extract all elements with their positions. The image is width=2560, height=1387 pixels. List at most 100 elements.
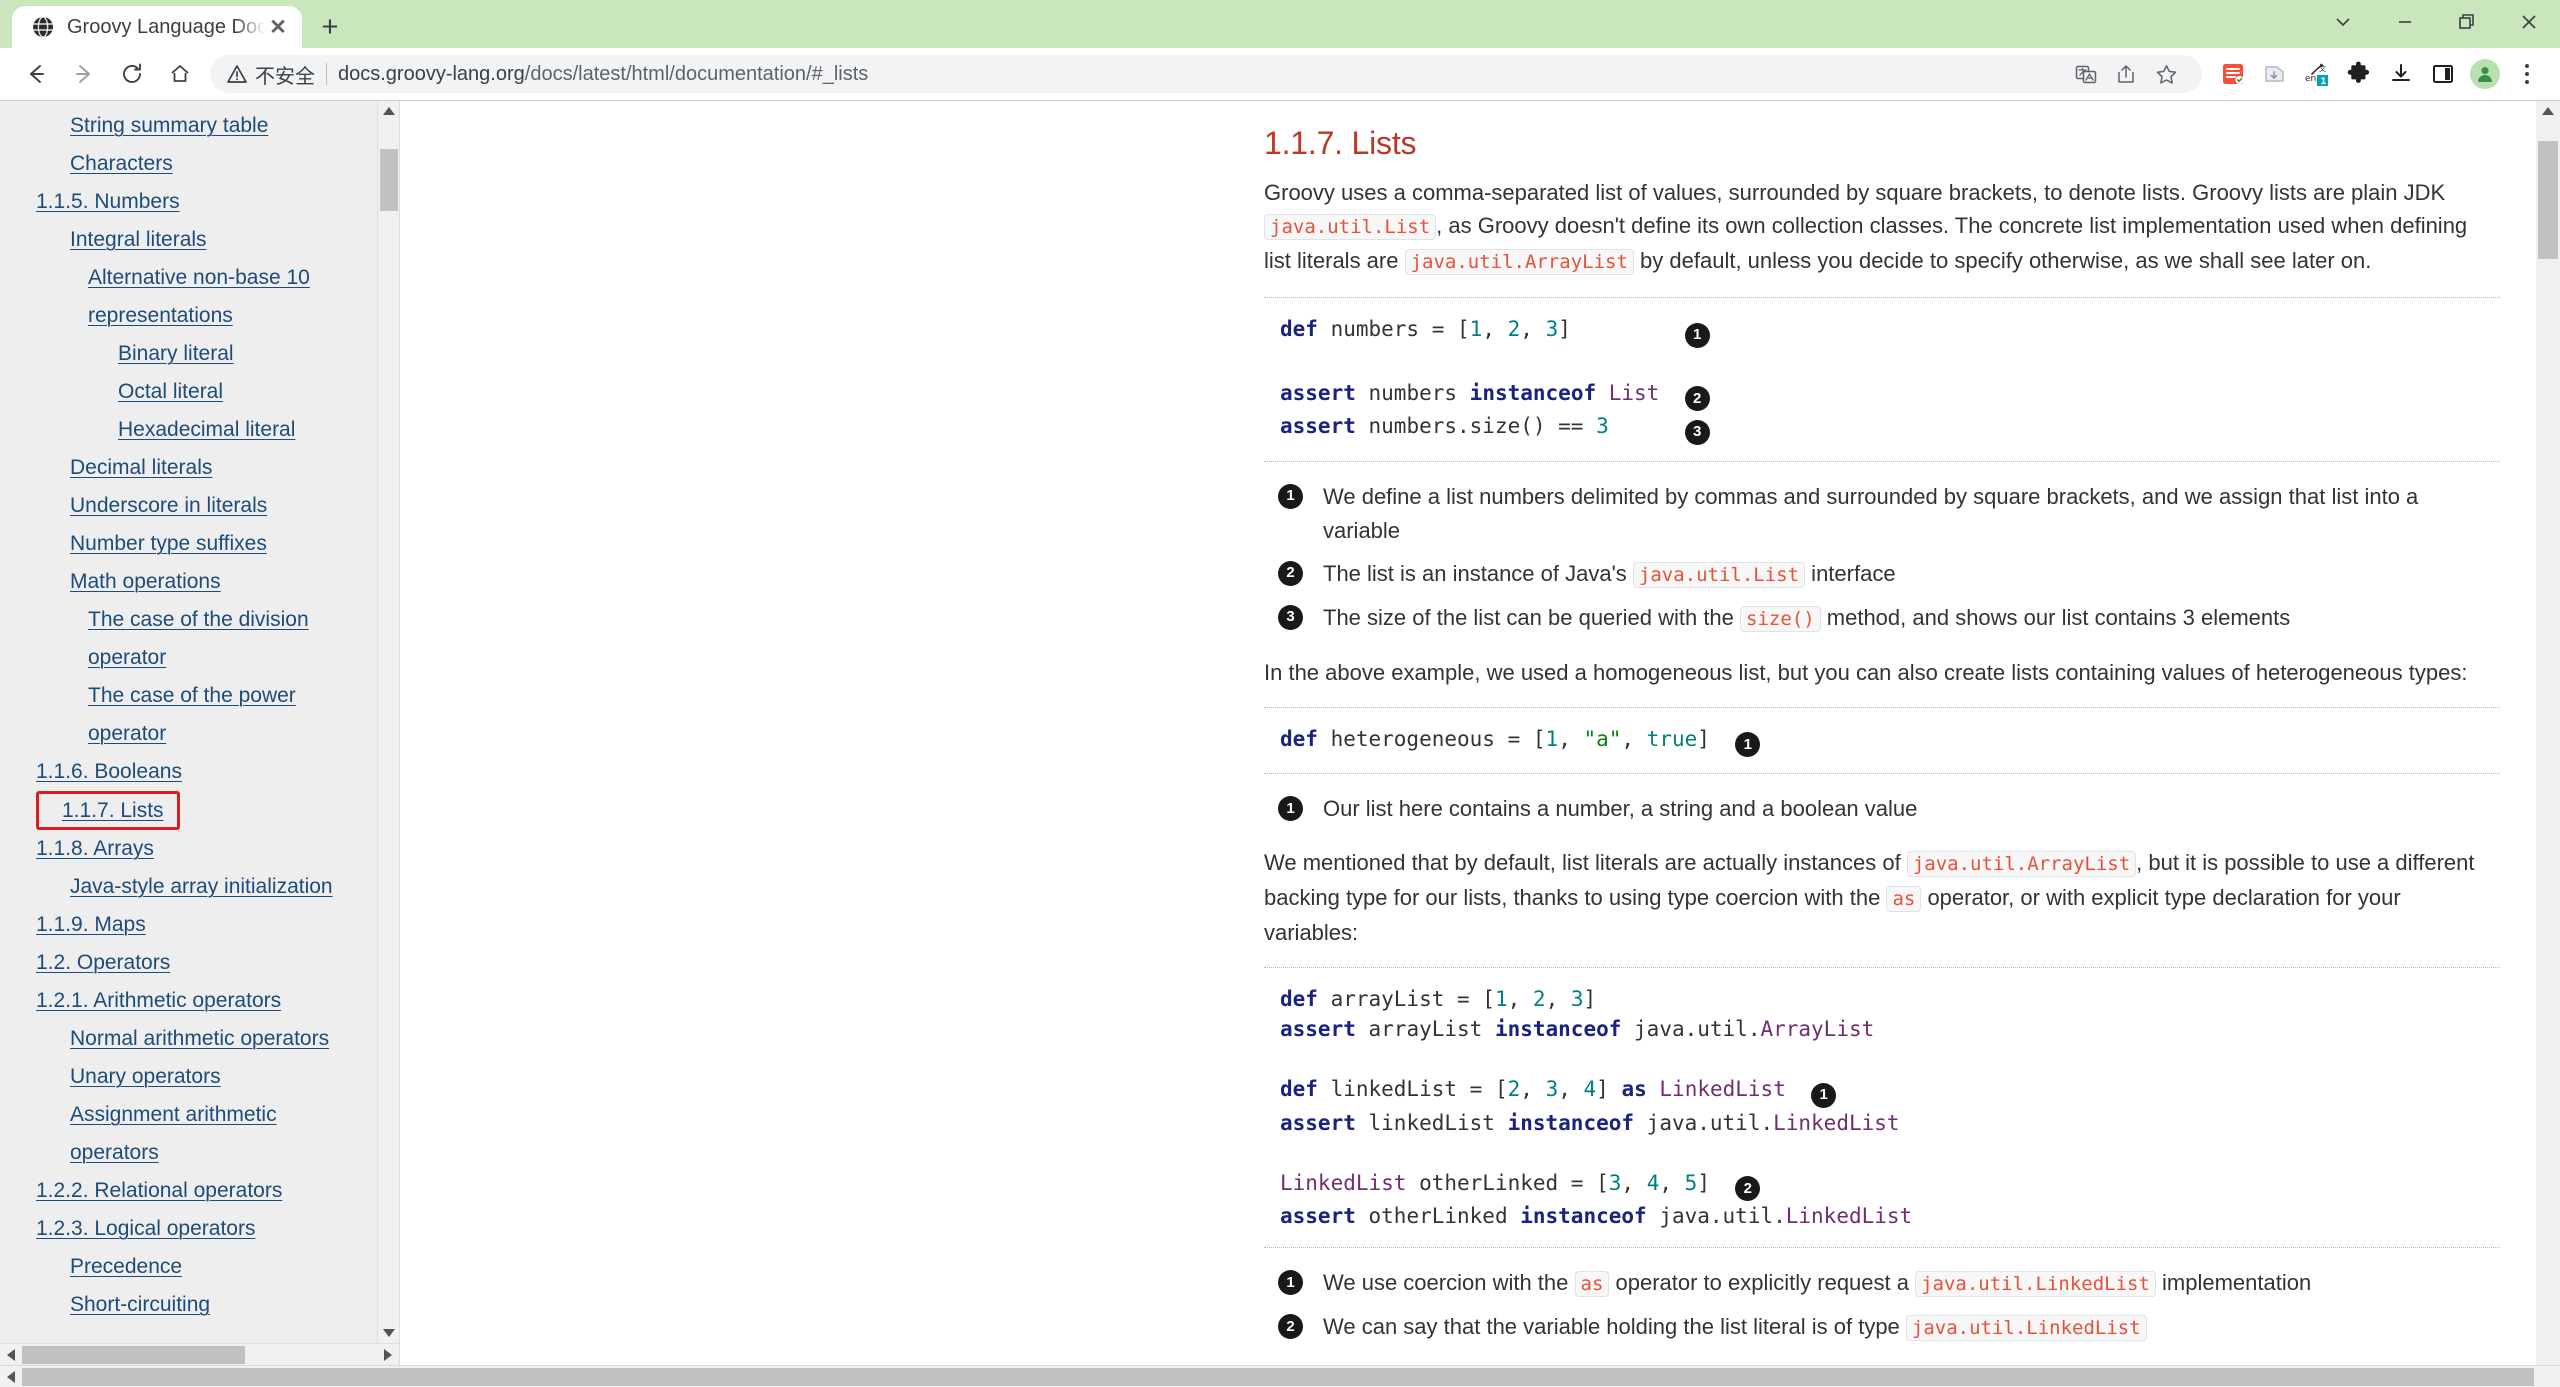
toc-item[interactable]: 1.1.9. Maps <box>0 906 399 944</box>
window-horizontal-scrollbar[interactable] <box>0 1365 2560 1387</box>
restore-icon[interactable] <box>2436 0 2498 44</box>
code-token: instanceof <box>1494 1017 1635 1041</box>
toc-item[interactable]: Characters <box>0 145 399 183</box>
toc-item[interactable]: Decimal literals <box>0 449 399 487</box>
inline-code: java.util.List <box>1632 561 1806 588</box>
toc-item[interactable]: Precedence <box>0 1248 399 1286</box>
code-token: 1 <box>1494 987 1508 1011</box>
code-token: assert <box>1280 1110 1369 1135</box>
translate-extension-icon[interactable]: en 文 1 <box>2296 53 2338 95</box>
toc-item[interactable]: Alternative non-base 10 <box>0 259 399 297</box>
toc-item[interactable]: Math operations <box>0 563 399 601</box>
reload-icon[interactable] <box>108 50 156 98</box>
browser-tab-active[interactable]: Groovy Language Documentation ✕ <box>12 6 302 48</box>
close-icon[interactable] <box>2498 0 2560 44</box>
toc-item[interactable]: 1.1.8. Arrays <box>0 830 399 868</box>
svg-text:文: 文 <box>2319 64 2326 73</box>
toc-hscroll-thumb[interactable] <box>22 1345 245 1364</box>
toc-item[interactable]: Integral literals <box>0 221 399 259</box>
code-token: assert <box>1280 1017 1369 1041</box>
toc-item-label: 1.1.7. Lists <box>62 799 164 822</box>
globe-icon <box>30 14 56 40</box>
code-token: def <box>1280 317 1331 341</box>
code-token: , <box>1621 1170 1647 1195</box>
toc-item[interactable]: String summary table <box>0 107 399 145</box>
clipboard-download-extension-icon[interactable] <box>2254 53 2296 95</box>
hscroll-left-arrow-icon[interactable] <box>0 1370 22 1384</box>
share-icon[interactable] <box>2106 56 2146 92</box>
table-of-contents-sidebar[interactable]: String summary table Characters 1.1.5. Num… <box>0 101 400 1365</box>
toc-item-label: Binary literal <box>118 342 234 365</box>
toc-item[interactable]: operator <box>0 639 399 677</box>
hscroll-thumb[interactable] <box>22 1367 2534 1386</box>
star-icon[interactable] <box>2146 56 2186 92</box>
toc-item[interactable]: Unary operators <box>0 1058 399 1096</box>
toc-item[interactable]: 1.2.2. Relational operators <box>0 1172 399 1210</box>
code-token: [ <box>1596 1170 1609 1195</box>
toc-item[interactable]: 1.2. Operators <box>0 944 399 982</box>
toc-item[interactable]: Underscore in literals <box>0 487 399 525</box>
toc-item[interactable]: 1.1.7. Lists <box>36 791 180 830</box>
toc-item[interactable]: 1.1.6. Booleans <box>0 753 399 791</box>
new-tab-button[interactable]: + <box>308 6 352 48</box>
scroll-down-arrow-icon[interactable] <box>378 1323 399 1343</box>
toc-item[interactable]: 1.1.5. Numbers <box>0 183 399 221</box>
scroll-right-arrow-icon[interactable] <box>377 1348 399 1362</box>
code-token: def <box>1280 726 1331 751</box>
inline-code: as <box>1574 1271 1610 1297</box>
profile-avatar-icon[interactable] <box>2464 53 2506 95</box>
back-arrow-icon[interactable] <box>12 50 60 98</box>
toc-item[interactable]: Number type suffixes <box>0 525 399 563</box>
code-token: arrayList = <box>1330 987 1483 1011</box>
toc-horizontal-scrollbar[interactable] <box>0 1343 399 1365</box>
chevron-down-icon[interactable] <box>2312 0 2374 44</box>
toc-item[interactable]: Normal arithmetic operators <box>0 1020 399 1058</box>
code-token: otherLinked <box>1368 1204 1521 1228</box>
toc-item[interactable]: Short-circuiting <box>0 1286 399 1324</box>
code-token: 4 <box>1646 1170 1660 1195</box>
toc-item[interactable]: Octal literal <box>0 373 399 411</box>
close-icon[interactable]: ✕ <box>265 14 291 40</box>
minimize-icon[interactable] <box>2374 0 2436 44</box>
scroll-up-arrow-icon[interactable] <box>378 101 399 121</box>
toc-item[interactable]: operator <box>0 715 399 753</box>
code-token: otherLinked = <box>1406 1170 1597 1195</box>
code-token: 3 <box>1596 414 1609 438</box>
toc-scrollbar-thumb[interactable] <box>380 149 398 211</box>
page-scroll-up-arrow-icon[interactable] <box>2536 101 2560 121</box>
three-dot-menu-icon[interactable] <box>2506 53 2548 95</box>
toc-item[interactable]: The case of the power <box>0 677 399 715</box>
toc-item[interactable]: Java-style array initialization <box>0 868 399 906</box>
code-line: assert numbers instanceof List 2 <box>1280 378 2500 411</box>
toc-item[interactable]: Hexadecimal literal <box>0 411 399 449</box>
downloads-icon[interactable] <box>2380 53 2422 95</box>
callout-badge: 2 <box>1278 560 1303 586</box>
page-vertical-scrollbar[interactable] <box>2536 101 2560 1365</box>
toc-item[interactable]: The case of the division <box>0 601 399 639</box>
code-spacer <box>1786 1077 1811 1101</box>
toc-vertical-scrollbar[interactable] <box>377 101 399 1343</box>
toc-item[interactable]: 1.2.1. Arithmetic operators <box>0 982 399 1020</box>
reader-extension-icon[interactable] <box>2212 53 2254 95</box>
code-line: assert linkedList instanceof java.util.L… <box>1280 1108 2500 1138</box>
toc-item[interactable]: Assignment arithmetic <box>0 1096 399 1134</box>
url-path: /docs/latest/html/documentation/#_lists <box>524 62 869 85</box>
toc-item[interactable]: representations <box>0 297 399 335</box>
address-bar[interactable]: 不安全 docs.groovy-lang.org/docs/latest/htm… <box>210 55 2202 93</box>
page-scrollbar-thumb[interactable] <box>2538 141 2558 259</box>
forward-arrow-icon[interactable] <box>60 50 108 98</box>
toc-item[interactable]: 1.2.3. Logical operators <box>0 1210 399 1248</box>
toc-item[interactable]: operators <box>0 1134 399 1172</box>
code-token: linkedList = <box>1330 1077 1495 1101</box>
scroll-left-arrow-icon[interactable] <box>0 1348 22 1362</box>
puzzle-extensions-icon[interactable] <box>2338 53 2380 95</box>
toc-item[interactable]: Binary literal <box>0 335 399 373</box>
side-panel-icon[interactable] <box>2422 53 2464 95</box>
callout-list-3: 1 We use coercion with the as operator to… <box>1264 1266 2500 1345</box>
code-token: , <box>1659 1170 1685 1195</box>
extension-badge-count: 1 <box>2320 77 2326 87</box>
home-icon[interactable] <box>156 50 204 98</box>
translate-icon[interactable] <box>2066 56 2106 92</box>
